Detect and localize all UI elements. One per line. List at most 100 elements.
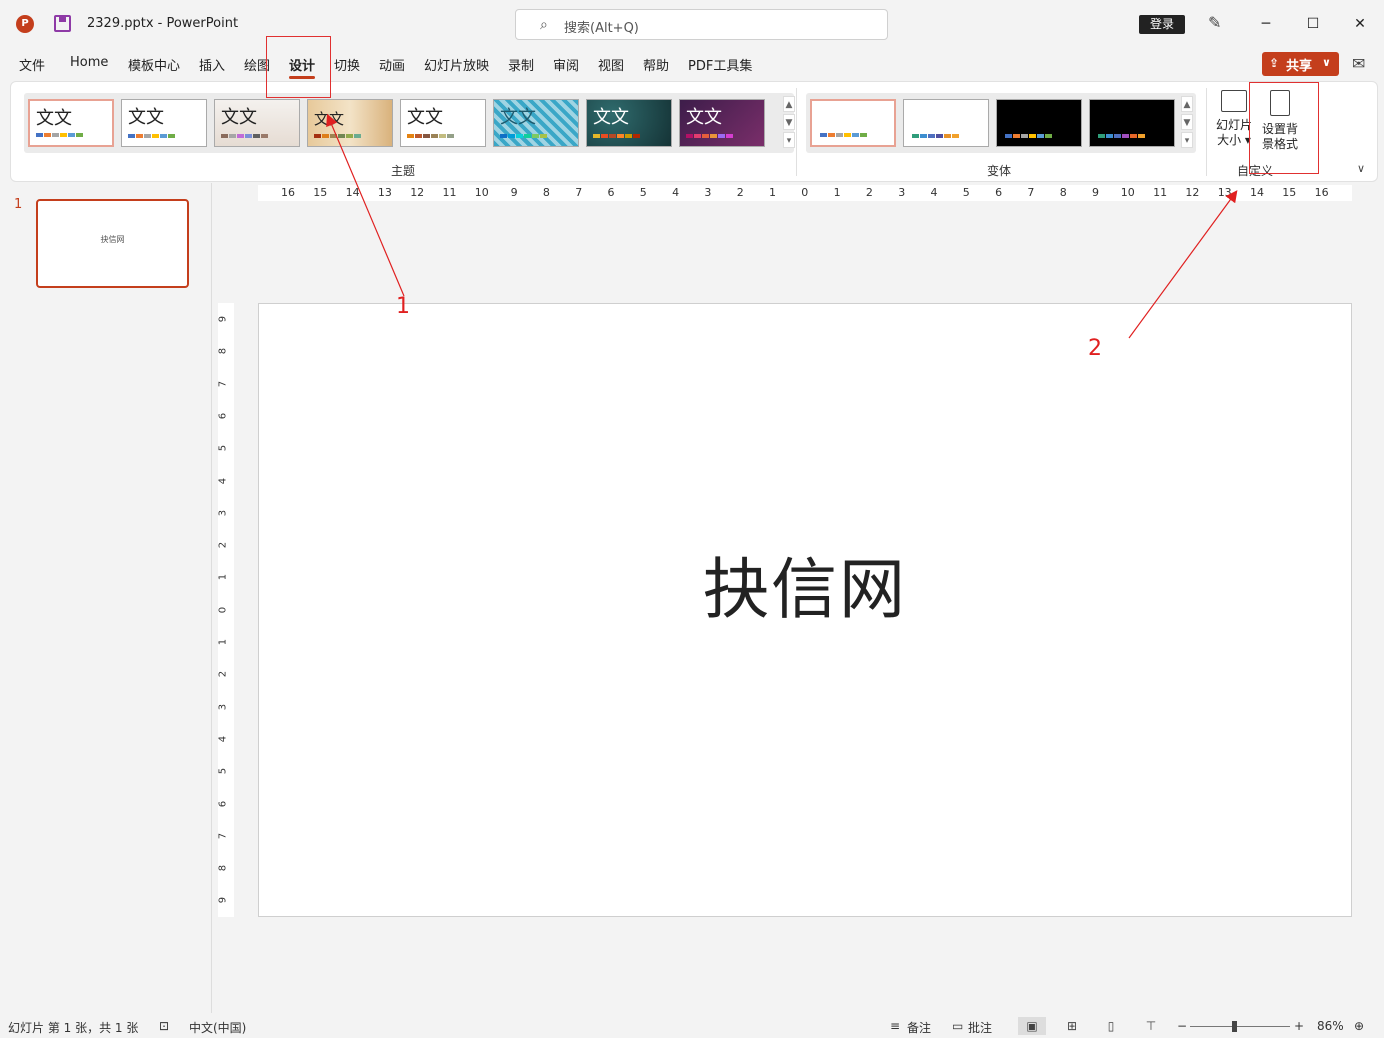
normal-view-icon[interactable]: ▣ bbox=[1018, 1017, 1046, 1035]
ruler-tick-label: 8 bbox=[218, 864, 229, 872]
language-status[interactable]: 中文(中国) bbox=[189, 1019, 246, 1036]
zoom-level[interactable]: 86% bbox=[1317, 1019, 1344, 1033]
theme-office[interactable]: 文文 bbox=[28, 99, 114, 147]
ruler-tick-label: 3 bbox=[704, 186, 712, 199]
variant-swatches bbox=[912, 134, 959, 138]
fit-to-window-icon[interactable]: ⊕ bbox=[1354, 1019, 1364, 1033]
tab-review[interactable]: 审阅 bbox=[553, 55, 579, 74]
variants-scroll-up[interactable]: ▲ bbox=[1181, 96, 1193, 112]
tab-transitions[interactable]: 切换 bbox=[334, 55, 360, 74]
reading-view-icon[interactable]: ▯ bbox=[1097, 1017, 1125, 1035]
ruler-tick-label: 15 bbox=[1282, 186, 1297, 199]
search-input[interactable]: ⌕ 搜索(Alt+Q) bbox=[515, 9, 888, 40]
theme-preview-text: 文文 bbox=[314, 110, 345, 128]
theme-office-2[interactable]: 文文 bbox=[121, 99, 207, 147]
tab-help[interactable]: 帮助 bbox=[643, 55, 669, 74]
ruler-tick-label: 0 bbox=[218, 606, 229, 613]
slide-canvas[interactable]: 抉信网 bbox=[258, 303, 1352, 917]
gallery-more[interactable]: ▾ bbox=[783, 132, 795, 148]
gallery-scroll-up[interactable]: ▲ bbox=[783, 96, 795, 112]
theme-retrospect[interactable]: 文文 bbox=[400, 99, 486, 147]
ruler-tick-label: 4 bbox=[218, 477, 229, 484]
thumbnail-text: 抉信网 bbox=[100, 235, 125, 244]
accessibility-icon[interactable]: ⊡ bbox=[159, 1019, 169, 1033]
ruler-tick-label: 2 bbox=[218, 671, 229, 678]
variant-1[interactable] bbox=[810, 99, 896, 147]
ruler-tick-label: 14 bbox=[1250, 186, 1264, 199]
slide-title-text[interactable]: 抉信网 bbox=[259, 536, 1351, 632]
pen-icon[interactable]: ✎ bbox=[1208, 13, 1221, 32]
tab-slideshow[interactable]: 幻灯片放映 bbox=[424, 55, 489, 74]
slide-thumbnail[interactable]: 抉信网 bbox=[36, 199, 189, 288]
zoom-in-button[interactable]: + bbox=[1294, 1019, 1304, 1033]
theme-preview-text: 文文 bbox=[128, 107, 164, 128]
theme-swatches bbox=[128, 134, 175, 138]
slide-size-button[interactable]: 幻灯片 大小 ▾ bbox=[1214, 90, 1254, 152]
ruler-tick-label: 3 bbox=[218, 703, 229, 710]
annotation-box-design-tab bbox=[266, 36, 331, 98]
search-icon: ⌕ bbox=[540, 17, 548, 33]
tab-file[interactable]: 文件 bbox=[19, 55, 45, 74]
themes-group-label: 主题 bbox=[391, 164, 416, 178]
ruler-tick-label: 11 bbox=[1153, 186, 1168, 199]
variant-2[interactable] bbox=[903, 99, 989, 147]
theme-pattern[interactable]: 文文 bbox=[493, 99, 579, 147]
tab-pdf-tools[interactable]: PDF工具集 bbox=[688, 55, 752, 74]
ruler-tick-label: 11 bbox=[442, 186, 457, 199]
share-button[interactable]: ⇪ 共享 ∨ bbox=[1262, 52, 1339, 76]
ruler-tick-label: 14 bbox=[345, 186, 360, 199]
zoom-out-button[interactable]: − bbox=[1177, 1019, 1187, 1033]
comments-button[interactable]: 批注 bbox=[968, 1019, 992, 1036]
ruler-tick-label: 9 bbox=[218, 315, 229, 323]
ruler-tick-label: 5 bbox=[218, 768, 229, 775]
ruler-tick-label: 8 bbox=[1059, 186, 1067, 199]
theme-ion[interactable]: 文文 bbox=[586, 99, 672, 147]
zoom-slider[interactable] bbox=[1190, 1026, 1290, 1027]
tab-template-center[interactable]: 模板中心 bbox=[128, 55, 180, 74]
slide-size-icon bbox=[1221, 90, 1247, 112]
zoom-slider-thumb[interactable] bbox=[1232, 1021, 1237, 1032]
minimize-button[interactable]: ─ bbox=[1243, 8, 1289, 40]
slide-size-label-2: 大小 ▾ bbox=[1217, 133, 1251, 147]
document-title: 2329.pptx - PowerPoint bbox=[87, 16, 239, 31]
collapse-ribbon-icon[interactable]: ∨ bbox=[1357, 162, 1365, 175]
ruler-tick-label: 4 bbox=[672, 186, 680, 199]
notes-button[interactable]: 备注 bbox=[907, 1019, 931, 1036]
annotation-label-2: 2 bbox=[1088, 336, 1102, 361]
ruler-tick-label: 2 bbox=[736, 186, 744, 199]
tab-record[interactable]: 录制 bbox=[508, 55, 534, 74]
ruler-tick-label: 9 bbox=[510, 186, 518, 199]
tab-animations[interactable]: 动画 bbox=[379, 55, 405, 74]
theme-paper[interactable]: 文文 bbox=[307, 99, 393, 147]
tab-insert[interactable]: 插入 bbox=[199, 55, 225, 74]
slide-size-label: 幻灯片 bbox=[1215, 118, 1252, 132]
variants-scroll-down[interactable]: ▼ bbox=[1181, 114, 1193, 130]
tab-view[interactable]: 视图 bbox=[598, 55, 624, 74]
login-button[interactable]: 登录 bbox=[1139, 15, 1185, 34]
maximize-button[interactable]: ☐ bbox=[1290, 8, 1336, 40]
theme-swatches bbox=[221, 134, 268, 138]
ruler-tick-label: 8 bbox=[542, 186, 550, 199]
close-button[interactable]: ✕ bbox=[1337, 8, 1383, 40]
theme-preview-text: 文文 bbox=[407, 107, 443, 128]
variant-3[interactable] bbox=[996, 99, 1082, 147]
theme-wood[interactable]: 文文 bbox=[214, 99, 300, 147]
slideshow-view-icon[interactable]: ⊤ bbox=[1137, 1017, 1165, 1035]
ruler-tick-label: 7 bbox=[575, 186, 583, 199]
gallery-scroll-down[interactable]: ▼ bbox=[783, 114, 795, 130]
ruler-tick-label: 5 bbox=[218, 445, 229, 452]
ruler-tick-label: 8 bbox=[218, 348, 229, 355]
ruler-tick-label: 10 bbox=[474, 186, 489, 199]
save-icon[interactable] bbox=[54, 15, 71, 32]
ruler-tick-label: 1 bbox=[769, 186, 776, 199]
variants-more[interactable]: ▾ bbox=[1181, 132, 1193, 148]
tab-home[interactable]: Home bbox=[70, 55, 108, 70]
themes-gallery: 文文 文文 文文 文文 文文 文文 文文 文文 ▲ ▼ ▾ bbox=[24, 93, 795, 153]
variant-4[interactable] bbox=[1089, 99, 1175, 147]
comments-icon[interactable]: ✉ bbox=[1352, 54, 1365, 73]
chevron-down-icon: ∨ bbox=[1322, 56, 1331, 69]
theme-ion-boardroom[interactable]: 文文 bbox=[679, 99, 765, 147]
ruler-tick-label: 4 bbox=[218, 735, 229, 743]
slide-sorter-icon[interactable]: ⊞ bbox=[1058, 1017, 1086, 1035]
variants-gallery: ▲ ▼ ▾ bbox=[806, 93, 1196, 153]
